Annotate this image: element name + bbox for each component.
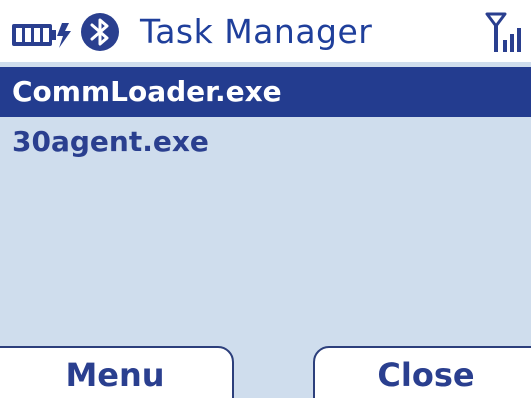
close-softkey-button[interactable]: Close [313, 346, 531, 398]
battery-icon [12, 23, 71, 48]
close-softkey-label: Close [377, 356, 475, 394]
signal-strength-icon [485, 12, 521, 52]
task-list-item-label: 30agent.exe [12, 125, 209, 158]
menu-softkey-label: Menu [65, 356, 165, 394]
task-list-item-commloader[interactable]: CommLoader.exe [0, 67, 531, 117]
page-title: Task Manager [140, 12, 373, 51]
task-manager-screen: Task Manager CommLoader.exe 30agent.exe … [0, 0, 531, 398]
task-list-item-label: CommLoader.exe [12, 75, 282, 108]
task-list: CommLoader.exe 30agent.exe [0, 67, 531, 167]
bluetooth-icon [81, 13, 119, 51]
status-bar: Task Manager [0, 0, 531, 62]
menu-softkey-button[interactable]: Menu [0, 346, 234, 398]
task-list-item-30agent[interactable]: 30agent.exe [0, 117, 531, 167]
